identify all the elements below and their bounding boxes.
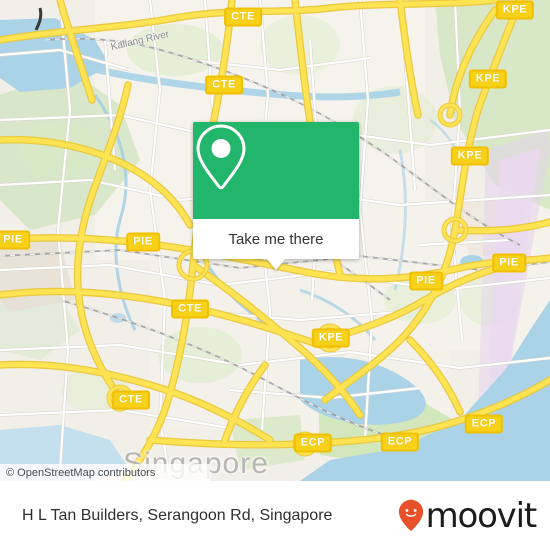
- road-shield-pie: PIE: [409, 271, 443, 291]
- take-me-there-button[interactable]: Take me there: [193, 219, 359, 259]
- road-shield-kpe: KPE: [311, 328, 351, 348]
- road-shield-pie: PIE: [0, 230, 30, 250]
- attribution-text: © OpenStreetMap contributors: [6, 466, 156, 479]
- moovit-wordmark: moovit: [425, 495, 538, 536]
- map-attribution[interactable]: © OpenStreetMap contributors: [0, 464, 210, 481]
- road-shield-pie: PIE: [492, 253, 526, 273]
- place-title: H L Tan Builders, Serangoon Rd, Singapor…: [22, 506, 333, 524]
- map-page: Singapore Kallang River CTEKPECTEKPEKPEP…: [0, 0, 550, 550]
- road-shield-kpe: KPE: [495, 0, 535, 20]
- road-shield-cte: CTE: [112, 390, 150, 410]
- map-pin-icon: [196, 124, 246, 190]
- road-shield-cte: CTE: [205, 75, 243, 95]
- moovit-smiley-pin-icon: [398, 499, 423, 531]
- road-shield-cte: CTE: [171, 299, 209, 319]
- road-shield-pie: PIE: [126, 232, 160, 252]
- road-shield-ecp: ECP: [380, 432, 420, 452]
- road-shield-ecp: ECP: [464, 414, 504, 434]
- location-popup[interactable]: Take me there: [193, 122, 359, 270]
- footer-bar: H L Tan Builders, Serangoon Rd, Singapor…: [0, 481, 550, 550]
- moovit-logo[interactable]: moovit: [398, 495, 538, 536]
- popup-header: [193, 122, 359, 219]
- take-me-there-label: Take me there: [228, 230, 324, 248]
- road-shield-cte: CTE: [224, 7, 262, 27]
- road-shield-ecp: ECP: [293, 433, 333, 453]
- map-canvas[interactable]: Singapore Kallang River CTEKPECTEKPEKPEP…: [0, 0, 550, 481]
- road-shield-kpe: KPE: [468, 69, 508, 89]
- road-shield-kpe: KPE: [450, 146, 490, 166]
- popup-pointer: [267, 259, 285, 270]
